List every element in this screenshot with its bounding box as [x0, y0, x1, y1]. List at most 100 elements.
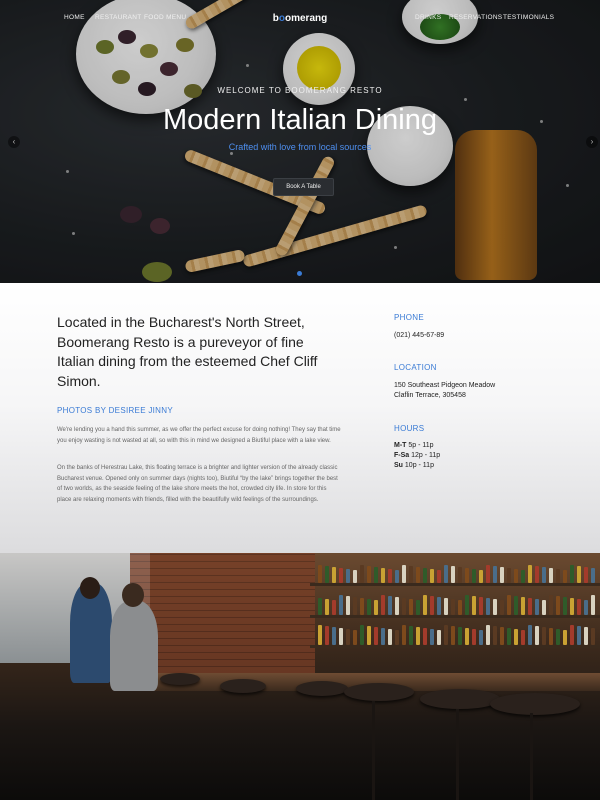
about-paragraph-1: We're lending you a hand this summer, as… [57, 427, 341, 444]
next-slide-arrow-icon[interactable]: › [586, 136, 598, 148]
bottle-image [528, 625, 532, 645]
bottle-image [528, 598, 532, 615]
bottle-image [388, 596, 392, 615]
nav-drinks-link[interactable]: DRINKS [415, 14, 441, 21]
address-line-1: 150 Southeast Pidgeon Meadow [394, 382, 496, 389]
olive-image [140, 44, 158, 58]
bottle-image [584, 600, 588, 615]
about-lead-text: Located in the Bucharest's North Street,… [57, 314, 318, 389]
bottle-image [556, 569, 560, 583]
phone-number[interactable]: (021) 445-67-89 [394, 331, 444, 342]
photos-credit-link[interactable]: PHOTOS BY DESIREE JINNY [57, 406, 173, 415]
bottle-image [458, 600, 462, 615]
bottle-image [486, 598, 490, 615]
bottle-image [591, 595, 595, 615]
bottle-image [318, 625, 322, 645]
hours-row: Su 10p - 11p [394, 461, 434, 472]
prev-slide-arrow-icon[interactable]: ‹ [8, 136, 20, 148]
bottle-image [430, 596, 434, 615]
bottle-image [444, 625, 448, 645]
salt-speck [66, 170, 69, 173]
bottle-image [549, 595, 553, 615]
hours-days: Su [394, 462, 403, 469]
bottle-image [465, 595, 469, 615]
bar-shelf [310, 615, 600, 618]
hero-tagline: Crafted with love from local sources [228, 142, 372, 152]
bottle-image [332, 600, 336, 615]
nav-testimonials-link[interactable]: TESTIMONIALS [503, 14, 554, 21]
bottle-image [388, 569, 392, 583]
bottle-image [514, 569, 518, 583]
bottle-image [507, 568, 511, 583]
hours-row: M-T 5p - 11p [394, 441, 434, 452]
bottle-image [409, 566, 413, 583]
bottle-image [542, 600, 546, 615]
bar-shelf [310, 645, 600, 648]
bottle-image [325, 599, 329, 615]
bottle-image [465, 628, 469, 645]
bottle-image [430, 629, 434, 645]
bottle-image [318, 598, 322, 615]
nav-home-link[interactable]: HOME [64, 14, 85, 21]
bottle-image [556, 596, 560, 615]
nav-restaurant-link[interactable]: RESTAURANT [95, 14, 142, 21]
bottle-image [409, 599, 413, 615]
bottle-image [577, 566, 581, 583]
bar-shelf [310, 583, 600, 586]
salt-speck [394, 246, 397, 249]
bottle-image [388, 629, 392, 645]
bottle-image [549, 628, 553, 645]
bottle-image [455, 130, 537, 280]
breadstick-image [184, 248, 246, 274]
bottle-image [381, 628, 385, 645]
bottle-image [402, 625, 406, 645]
bottle-image [507, 628, 511, 645]
bottle-image [591, 568, 595, 583]
hero-section: HOME RESTAURANT FOOD MENU boomerang DRIN… [0, 0, 600, 283]
bottle-image [318, 565, 322, 583]
hours-time: 12p - 11p [411, 452, 441, 459]
salt-speck [566, 184, 569, 187]
bottle-image [465, 568, 469, 583]
bottle-image [528, 565, 532, 583]
bottle-image [500, 600, 504, 615]
bottle-image [451, 599, 455, 615]
bottle-image [395, 570, 399, 583]
bottle-image [493, 599, 497, 615]
bottle-image [416, 600, 420, 615]
bottle-image [416, 627, 420, 645]
bottle-image [374, 567, 378, 583]
bottle-image [423, 595, 427, 615]
breadstick-image [242, 204, 428, 268]
bottle-image [535, 566, 539, 583]
hours-days: M-T [394, 442, 407, 449]
bottle-image [395, 597, 399, 615]
salt-speck [72, 232, 75, 235]
nav-reservations-link[interactable]: RESERVATIONS [449, 14, 502, 21]
bottle-image [584, 567, 588, 583]
bottle-image [500, 627, 504, 645]
book-table-button[interactable]: Book A Table [273, 178, 334, 196]
hours-row: F-Sa 12p - 11p [394, 451, 440, 462]
nav-food-menu-link[interactable]: FOOD MENU [144, 14, 186, 21]
bottle-image [381, 568, 385, 583]
bottle-image [381, 595, 385, 615]
olive-image [142, 262, 172, 282]
bottle-image [493, 566, 497, 583]
bottle-image [479, 630, 483, 645]
bottle-image [535, 599, 539, 615]
bottle-image [353, 630, 357, 645]
salt-speck [464, 98, 467, 101]
bottle-image [486, 625, 490, 645]
hours-time: 10p - 11p [404, 462, 434, 469]
slider-dot-active[interactable] [297, 271, 302, 276]
salt-speck [246, 64, 249, 67]
brand-logo[interactable]: boomerang [270, 13, 330, 24]
breadstick-image [273, 154, 337, 258]
person-image [110, 601, 158, 691]
bottle-image [402, 565, 406, 583]
stool-leg [456, 709, 459, 800]
about-paragraph-2: On the banks of Herestrau Lake, this flo… [57, 465, 338, 503]
stool-leg [372, 701, 375, 800]
bottle-image [451, 566, 455, 583]
